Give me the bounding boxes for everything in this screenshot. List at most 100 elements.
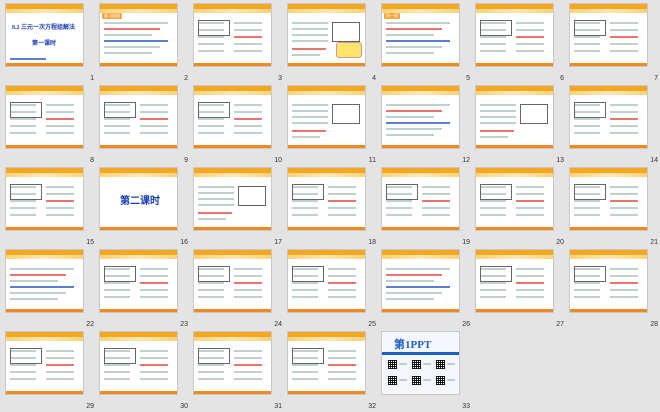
text-line <box>292 130 326 132</box>
slide-preview[interactable] <box>100 250 177 312</box>
text-line <box>328 296 356 298</box>
text-line <box>516 193 544 195</box>
slide-thumbnail[interactable]: 7 <box>568 2 660 84</box>
equation-brace <box>574 102 606 118</box>
text-line <box>140 268 168 270</box>
text-line <box>292 40 328 42</box>
slide-preview[interactable]: 探一探 <box>382 4 459 66</box>
slide-preview[interactable] <box>382 250 459 312</box>
slide-preview[interactable] <box>476 4 553 66</box>
slide-header-wave <box>382 173 459 177</box>
slide-preview[interactable] <box>100 332 177 394</box>
slide-thumbnail[interactable]: 27 <box>474 248 568 330</box>
slide-preview[interactable] <box>382 86 459 148</box>
slide-preview[interactable]: 第1PPT <box>382 332 459 394</box>
text-line <box>198 371 224 373</box>
text-line <box>234 378 262 380</box>
slide-thumbnail[interactable]: 9 <box>98 84 192 166</box>
slide-preview[interactable] <box>6 86 83 148</box>
text-line <box>140 132 168 134</box>
slide-thumbnail[interactable]: 21 <box>568 166 660 248</box>
slide-thumbnail[interactable]: 28 <box>568 248 660 330</box>
slide-preview[interactable] <box>288 332 365 394</box>
slide-preview[interactable] <box>6 168 83 230</box>
slide-preview[interactable] <box>570 86 647 148</box>
slide-preview[interactable] <box>476 250 553 312</box>
slide-preview[interactable] <box>194 250 271 312</box>
slide-preview[interactable] <box>570 250 647 312</box>
text-line <box>292 207 318 209</box>
text-line <box>610 22 638 24</box>
slide-preview[interactable] <box>570 4 647 66</box>
slide-thumbnail[interactable]: 11 <box>286 84 380 166</box>
slide-preview[interactable]: 第二课时 <box>100 168 177 230</box>
slide-preview[interactable]: 复习回顾 <box>100 4 177 66</box>
slide-thumbnail[interactable]: 第1PPT 33 <box>380 330 474 412</box>
slide-thumbnail[interactable]: 6 <box>474 2 568 84</box>
slide-title: 第二课时 <box>120 196 160 207</box>
slide-number-label: 15 <box>86 239 94 246</box>
text-line <box>386 286 450 288</box>
slide-thumbnail[interactable]: 12 <box>380 84 474 166</box>
text-line <box>234 125 262 127</box>
slide-thumbnail[interactable]: 18 <box>286 166 380 248</box>
slide-header-wave <box>476 91 553 95</box>
text-line <box>234 289 262 291</box>
slide-thumbnail[interactable]: 15 <box>4 166 98 248</box>
text-line <box>610 104 638 106</box>
slide-thumbnail[interactable]: 探一探 5 <box>380 2 474 84</box>
slide-thumbnail[interactable]: 22 <box>4 248 98 330</box>
text-line <box>328 364 356 366</box>
slide-thumbnail[interactable]: 20 <box>474 166 568 248</box>
slide-thumbnail[interactable]: 13 <box>474 84 568 166</box>
text-line <box>104 132 130 134</box>
slide-preview[interactable] <box>288 86 365 148</box>
slide-preview[interactable] <box>476 168 553 230</box>
text-line <box>480 122 516 124</box>
slide-preview[interactable] <box>382 168 459 230</box>
slide-thumbnail[interactable]: 8.2 三元一次方程组解法 第一课时 1 <box>4 2 98 84</box>
slide-thumbnail[interactable]: 32 <box>286 330 380 412</box>
slide-thumbnail[interactable]: 3 <box>192 2 286 84</box>
slide-thumbnail[interactable]: 17 <box>192 166 286 248</box>
text-line <box>610 29 638 31</box>
slide-thumbnail[interactable]: 4 <box>286 2 380 84</box>
slide-preview[interactable] <box>288 4 365 66</box>
slide-preview[interactable]: 8.2 三元一次方程组解法 第一课时 <box>6 4 83 66</box>
text-line <box>292 378 318 380</box>
slide-thumbnail[interactable]: 14 <box>568 84 660 166</box>
text-line <box>480 296 506 298</box>
text-line <box>574 282 600 284</box>
slide-preview[interactable] <box>288 250 365 312</box>
slide-preview[interactable] <box>288 168 365 230</box>
text-line <box>574 296 600 298</box>
slide-thumbnail[interactable]: 26 <box>380 248 474 330</box>
slide-thumbnail[interactable]: 23 <box>98 248 192 330</box>
slide-thumbnail[interactable]: 8 <box>4 84 98 166</box>
slide-thumbnail[interactable]: 24 <box>192 248 286 330</box>
text-line <box>198 218 226 220</box>
slide-thumbnail[interactable]: 第二课时 16 <box>98 166 192 248</box>
text-line <box>328 282 356 284</box>
text-line <box>574 50 600 52</box>
slide-thumbnail[interactable]: 25 <box>286 248 380 330</box>
slide-preview[interactable] <box>570 168 647 230</box>
slide-preview[interactable] <box>194 86 271 148</box>
slide-header-wave <box>100 91 177 95</box>
slide-footer-bar <box>288 145 365 148</box>
slide-thumbnail[interactable]: 31 <box>192 330 286 412</box>
slide-thumbnail[interactable]: 10 <box>192 84 286 166</box>
slide-thumbnail[interactable]: 30 <box>98 330 192 412</box>
slide-preview[interactable] <box>6 332 83 394</box>
slide-thumbnail[interactable]: 19 <box>380 166 474 248</box>
slide-preview[interactable] <box>194 168 271 230</box>
slide-preview[interactable] <box>194 4 271 66</box>
slide-preview[interactable] <box>476 86 553 148</box>
slide-preview[interactable] <box>100 86 177 148</box>
slide-thumbnail[interactable]: 29 <box>4 330 98 412</box>
slide-thumbnail[interactable]: 复习回顾 2 <box>98 2 192 84</box>
slide-preview[interactable] <box>6 250 83 312</box>
slide-preview[interactable] <box>194 332 271 394</box>
text-line <box>516 200 544 202</box>
equation-brace <box>574 184 606 200</box>
